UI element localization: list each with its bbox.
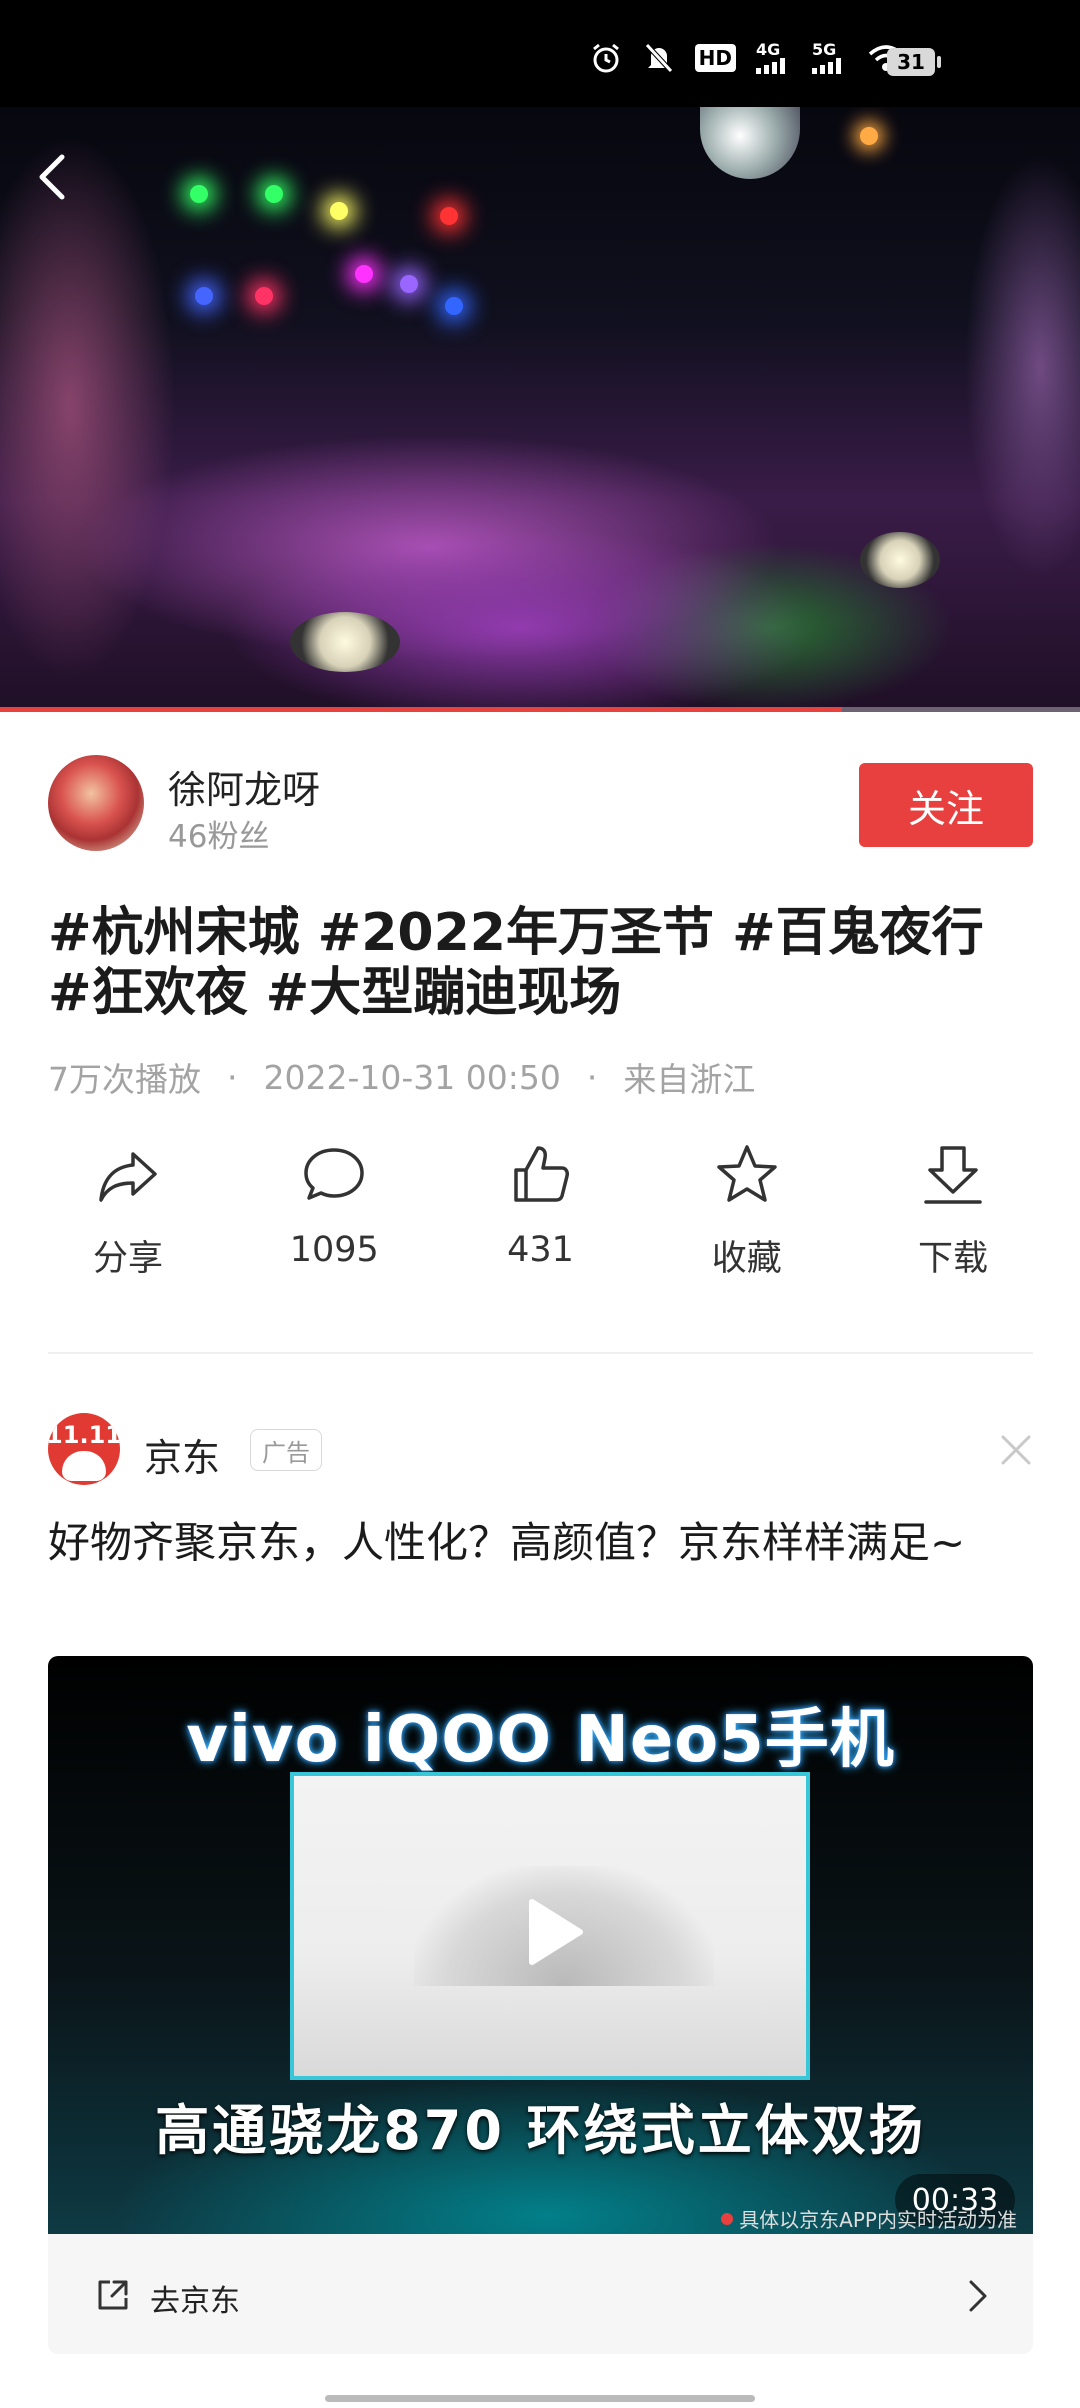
video-player[interactable] <box>0 107 1080 712</box>
like-count: 431 <box>507 1230 574 1270</box>
follow-button[interactable]: 关注 <box>859 763 1033 847</box>
video-progress-bar[interactable] <box>0 707 1080 712</box>
download-label: 下载 <box>917 1239 988 1279</box>
stage-light <box>195 287 213 305</box>
close-icon <box>1001 1435 1031 1465</box>
external-link-icon <box>98 2280 128 2310</box>
stage-light <box>255 287 273 305</box>
stage-light <box>445 297 463 315</box>
mute-icon <box>643 40 675 76</box>
ad-video-spec: 高通骁龙870 环绕式立体双扬 <box>155 2099 926 2162</box>
stage-light <box>355 265 373 283</box>
meta-separator: · <box>586 1057 598 1097</box>
share-icon <box>99 1152 157 1202</box>
comment-count: 1095 <box>289 1230 379 1270</box>
jd-logo[interactable]: 11.11 <box>48 1413 120 1485</box>
ad-brand-name[interactable]: 京东 <box>144 1427 220 1482</box>
post-datetime: 2022-10-31 00:50 <box>263 1057 561 1097</box>
download-icon <box>924 1146 982 1204</box>
video-progress-fill <box>0 707 843 712</box>
go-to-jd-button[interactable]: 去京东 <box>48 2234 1033 2354</box>
stage-light <box>400 275 418 293</box>
network-4g-label: 4G <box>756 40 781 59</box>
ad-title[interactable]: 好物齐聚京东，人性化？高颜值？京东样样满足~ <box>48 1515 1033 1571</box>
play-count: 7万次播放 <box>48 1060 201 1099</box>
ad-video-player[interactable]: vivo iQOO Neo5手机 高通骁龙870 环绕式立体双扬 00:33 具… <box>48 1656 1033 2234</box>
download-button[interactable]: 下载 <box>873 1140 1033 1290</box>
share-button[interactable]: 分享 <box>48 1140 208 1290</box>
signal-4g-icon: 4G <box>756 40 792 76</box>
stage-light <box>265 185 283 203</box>
share-label: 分享 <box>92 1239 163 1279</box>
ad-phone-screen <box>290 1772 810 2080</box>
post-title: #杭州宋城 #2022年万圣节 #百鬼夜行 #狂欢夜 #大型蹦迪现场 <box>48 903 984 1023</box>
floor-spotlight <box>290 612 400 672</box>
author-row: 徐阿龙呀 46粉丝 关注 <box>48 755 1033 855</box>
alarm-icon <box>589 40 623 76</box>
stage-light <box>440 207 458 225</box>
ad-disclaimer-text: 具体以京东APP内实时活动为准 <box>739 2208 1017 2232</box>
stage-light <box>190 185 208 203</box>
favorite-button[interactable]: 收藏 <box>667 1140 827 1290</box>
hd-icon: HD <box>694 44 736 72</box>
go-to-jd-label: 去京东 <box>150 2284 240 2319</box>
section-divider <box>48 1352 1033 1354</box>
disclaimer-dot <box>721 2212 734 2225</box>
thumbs-up-icon <box>513 1146 569 1202</box>
back-button[interactable] <box>30 147 74 207</box>
action-bar: 分享 1095 431 收藏 下载 <box>48 1140 1033 1290</box>
floor-spotlight <box>860 532 940 588</box>
author-name[interactable]: 徐阿龙呀 <box>168 759 320 814</box>
status-bar: HD 4G 5G 31 <box>0 0 1080 107</box>
ad-header: 11.11 京东 广告 <box>48 1413 1033 1487</box>
chevron-right-icon <box>969 2280 987 2312</box>
author-avatar[interactable] <box>48 755 144 851</box>
battery-indicator: 31 <box>887 48 941 76</box>
jd-logo-text: 11.11 <box>48 1421 120 1449</box>
signal-5g-icon: 5G <box>812 40 848 76</box>
author-fans-count: 46粉丝 <box>168 819 270 855</box>
star-icon <box>717 1145 777 1202</box>
disco-ball <box>700 107 800 179</box>
stage-light <box>860 127 878 145</box>
post-meta: 7万次播放 · 2022-10-31 00:50 · 来自浙江 <box>48 1053 755 1101</box>
network-5g-label: 5G <box>812 40 837 59</box>
ad-video-headline: vivo iQOO Neo5手机 <box>186 1703 895 1777</box>
ad-disclaimer: 具体以京东APP内实时活动为准 <box>721 2204 1017 2233</box>
comment-icon <box>304 1148 364 1200</box>
favorite-label: 收藏 <box>711 1239 782 1279</box>
stage-light <box>330 202 348 220</box>
ad-tag-badge: 广告 <box>250 1429 322 1471</box>
meta-separator: · <box>227 1057 238 1097</box>
like-button[interactable]: 431 <box>461 1140 621 1290</box>
close-ad-button[interactable] <box>999 1433 1033 1467</box>
home-indicator[interactable] <box>325 2395 755 2402</box>
post-location: 来自浙江 <box>623 1060 756 1099</box>
jd-mascot-shape <box>62 1451 106 1481</box>
play-icon[interactable] <box>512 1892 592 1972</box>
comment-button[interactable]: 1095 <box>254 1140 414 1290</box>
